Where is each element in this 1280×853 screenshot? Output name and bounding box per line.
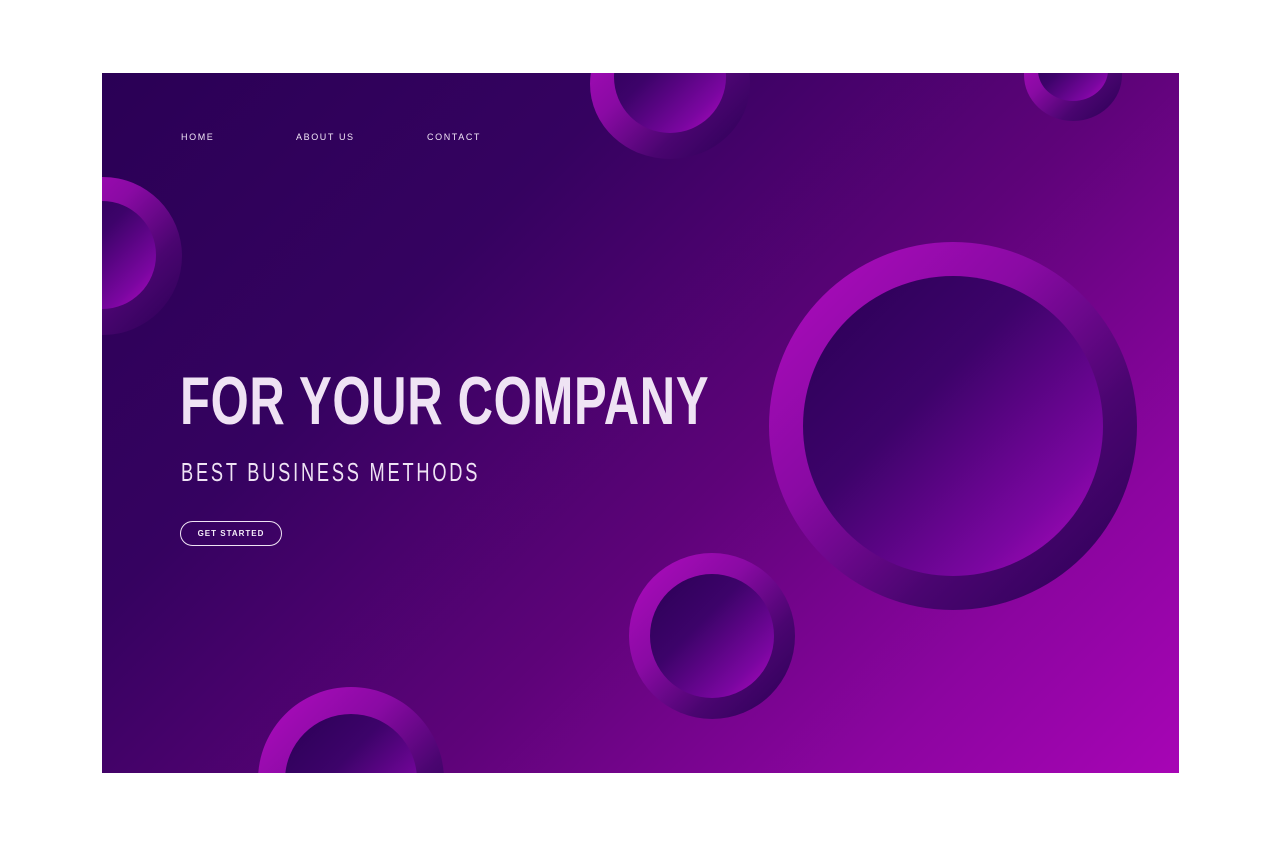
decorative-ring-top	[590, 73, 750, 159]
decorative-ring-large	[769, 242, 1137, 610]
decorative-ring-bottom	[258, 687, 444, 773]
hero-title: FOR YOUR COMPANY	[180, 363, 710, 439]
hero-banner: HOME ABOUT US CONTACT FOR YOUR COMPANY B…	[102, 73, 1179, 773]
decorative-ring-medium	[629, 553, 795, 719]
hero-subtitle: BEST BUSINESS METHODS	[181, 457, 481, 487]
decorative-ring-left	[102, 177, 182, 335]
nav-item-home[interactable]: HOME	[181, 132, 214, 142]
nav-item-contact[interactable]: CONTACT	[427, 132, 481, 142]
get-started-button[interactable]: GET STARTED	[180, 521, 282, 546]
decorative-ring-top-right	[1024, 73, 1122, 121]
nav-item-about-us[interactable]: ABOUT US	[296, 132, 355, 142]
